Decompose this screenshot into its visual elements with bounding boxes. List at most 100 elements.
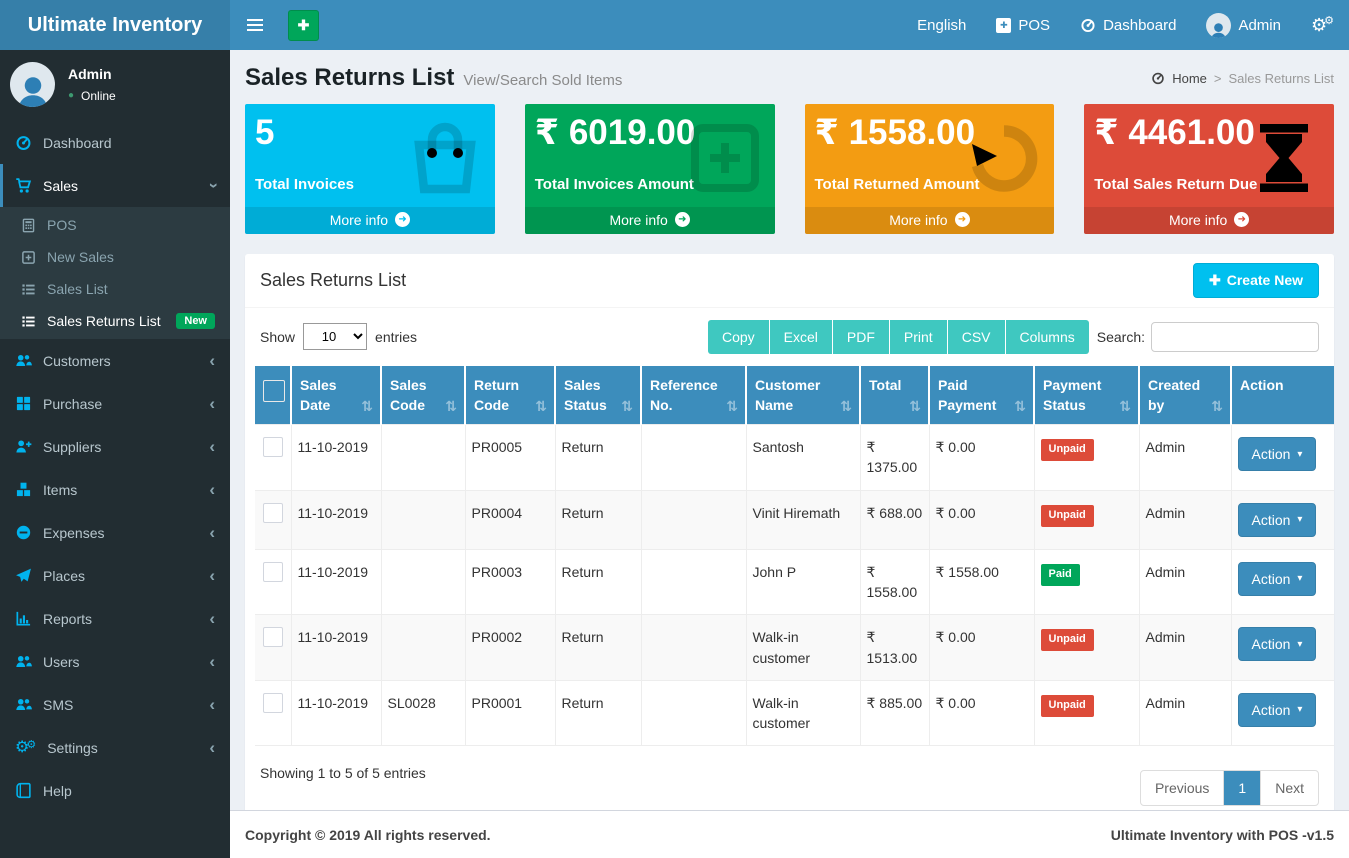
row-checkbox[interactable] [263,693,283,713]
cell-customer-name: John P [746,549,860,615]
more-info-link[interactable]: More info ➜ [1084,207,1334,234]
more-info-link[interactable]: More info ➜ [245,207,495,234]
copy-button[interactable]: Copy [708,320,770,354]
sidebar-item-reports[interactable]: Reports ‹ [0,597,230,640]
copyright-text: Copyright © 2019 All rights reserved. [245,827,491,843]
bar-chart-icon [15,610,32,627]
row-action-button[interactable]: Action ▾ [1238,503,1317,537]
quick-add-button[interactable]: ✚ [288,10,319,41]
row-action-button[interactable]: Action ▾ [1238,562,1317,596]
sidebar-item-settings[interactable]: ⚙⚙ Settings ‹ [0,726,230,769]
page-length-select[interactable]: 10 [303,323,367,350]
sidebar-item-places[interactable]: Places ‹ [0,554,230,597]
undo-icon [964,118,1044,198]
sidebar-item-new-sales[interactable]: New Sales [0,241,230,273]
create-new-button[interactable]: ✚ Create New [1193,263,1319,298]
sidebar-item-help[interactable]: Help [0,769,230,812]
more-info-link[interactable]: More info ➜ [525,207,775,234]
cell-return-code: PR0005 [465,425,555,491]
excel-button[interactable]: Excel [770,320,833,354]
sidebar-toggle-button[interactable] [230,0,280,50]
pagination-next[interactable]: Next [1260,771,1318,805]
search-label: Search: [1097,329,1145,345]
sidebar-item-dashboard[interactable]: Dashboard [0,121,230,164]
cell-customer-name: Walk-in customer [746,615,860,681]
sort-icon: ⇅ [909,398,921,415]
columns-button[interactable]: Columns [1006,320,1089,354]
paper-plane-icon [15,567,32,584]
more-info-link[interactable]: More info ➜ [805,207,1055,234]
csv-button[interactable]: CSV [948,320,1006,354]
nav-dashboard[interactable]: Dashboard [1065,0,1191,50]
minus-circle-icon [15,524,32,541]
select-all-checkbox[interactable] [263,380,285,402]
column-total[interactable]: Total⇅ [860,366,929,425]
row-action-button[interactable]: Action ▾ [1238,693,1317,727]
nav-language[interactable]: English [902,0,981,50]
sidebar-item-sms[interactable]: SMS ‹ [0,683,230,726]
panel-title: Sales Returns List [260,270,406,291]
column-reference-no[interactable]: Reference No.⇅ [641,366,746,425]
arrow-right-circle-icon: ➜ [395,212,410,227]
page-length-control: Show 10 entries [260,323,417,350]
row-checkbox[interactable] [263,437,283,457]
row-checkbox[interactable] [263,627,283,647]
users-icon [15,352,32,369]
cell-sales-status: Return [555,425,641,491]
arrow-right-circle-icon: ➜ [1234,212,1249,227]
sidebar-item-items[interactable]: Items ‹ [0,468,230,511]
column-return-code[interactable]: Return Code⇅ [465,366,555,425]
breadcrumb-separator: > [1214,71,1222,86]
cell-reference-no [641,615,746,681]
plus-square-icon: ✚ [996,18,1011,33]
sidebar-item-expenses[interactable]: Expenses ‹ [0,511,230,554]
row-checkbox[interactable] [263,562,283,582]
column-sales-date[interactable]: Sales Date⇅ [291,366,381,425]
sidebar-item-suppliers[interactable]: Suppliers ‹ [0,425,230,468]
export-buttons: Copy Excel PDF Print CSV Columns [708,320,1089,354]
search-input[interactable] [1151,322,1319,352]
row-action-button[interactable]: Action ▾ [1238,627,1317,661]
column-action: Action [1231,366,1334,425]
sidebar-item-users[interactable]: Users ‹ [0,640,230,683]
row-action-button[interactable]: Action ▾ [1238,437,1317,471]
breadcrumb-home[interactable]: Home [1172,71,1207,86]
cell-payment-status: Unpaid [1034,615,1139,681]
sidebar-item-pos[interactable]: POS [0,209,230,241]
nav-pos[interactable]: ✚ POS [981,0,1065,50]
summary-boxes: 5 Total Invoices More info ➜ ₹ 6019.00 T… [230,104,1349,234]
column-customer-name[interactable]: Customer Name⇅ [746,366,860,425]
column-sales-status[interactable]: Sales Status⇅ [555,366,641,425]
column-created-by[interactable]: Created by⇅ [1139,366,1231,425]
print-button[interactable]: Print [890,320,948,354]
sidebar-item-sales-list[interactable]: Sales List [0,273,230,305]
column-payment-status[interactable]: Payment Status⇅ [1034,366,1139,425]
brand-logo[interactable]: Ultimate Inventory [0,0,230,50]
column-sales-code[interactable]: Sales Code⇅ [381,366,465,425]
cell-total: ₹ 1375.00 [860,425,929,491]
sidebar-item-customers[interactable]: Customers ‹ [0,339,230,382]
sidebar-item-purchase[interactable]: Purchase ‹ [0,382,230,425]
cell-payment-status: Paid [1034,549,1139,615]
sales-submenu: POS New Sales Sales List Sales Returns L… [0,207,230,339]
nav-settings[interactable]: ⚙⚙ [1296,0,1349,50]
book-icon [15,782,32,799]
cell-customer-name: Santosh [746,425,860,491]
sidebar-item-sales-returns-list[interactable]: Sales Returns List New [0,305,230,337]
pagination-previous[interactable]: Previous [1141,771,1223,805]
pagination-page-1[interactable]: 1 [1223,771,1260,805]
nav-user-menu[interactable]: Admin [1191,0,1296,50]
caret-down-icon: ▾ [1297,704,1302,715]
pdf-button[interactable]: PDF [833,320,890,354]
cell-created-by: Admin [1139,490,1231,549]
list-icon [21,282,36,297]
top-bar: Ultimate Inventory ✚ English ✚ POS Dashb… [0,0,1349,50]
sidebar-item-sales[interactable]: Sales ‹ [0,164,230,207]
chevron-left-icon: ‹ [209,352,215,369]
column-paid-payment[interactable]: Paid Payment⇅ [929,366,1034,425]
dashboard-icon [1080,17,1096,33]
arrow-right-circle-icon: ➜ [675,212,690,227]
row-checkbox[interactable] [263,503,283,523]
chevron-left-icon: ‹ [209,696,215,713]
arrow-right-circle-icon: ➜ [955,212,970,227]
